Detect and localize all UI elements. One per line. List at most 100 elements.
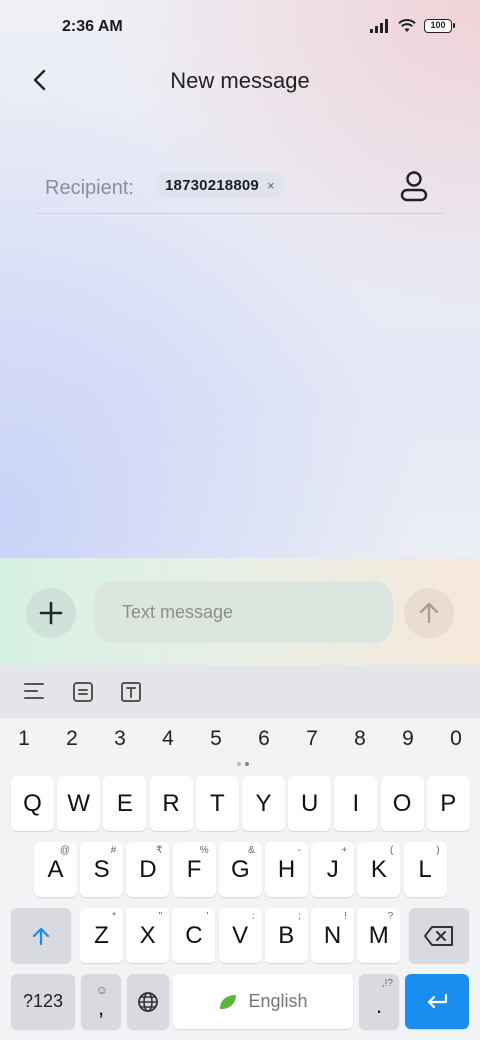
symbols-key[interactable]: ?123 xyxy=(11,974,75,1029)
key-secondary-label: - xyxy=(297,845,301,856)
key-secondary-label: & xyxy=(248,845,255,856)
key-secondary-label: ₹ xyxy=(156,845,163,856)
contacts-button[interactable] xyxy=(398,170,430,204)
number-key[interactable]: 8 xyxy=(345,727,375,751)
key-t[interactable]: T xyxy=(195,776,239,831)
wifi-icon xyxy=(398,19,416,32)
key-g[interactable]: G & xyxy=(218,842,262,897)
clipboard-tool[interactable] xyxy=(72,681,96,703)
signal-icon xyxy=(370,19,388,33)
status-time: 2:36 AM xyxy=(62,18,123,35)
key-secondary-label: # xyxy=(110,845,117,856)
message-input[interactable] xyxy=(94,581,393,643)
keyboard-toolbar xyxy=(0,665,480,718)
backspace-icon xyxy=(424,925,453,946)
contact-icon xyxy=(400,171,428,202)
key-secondary-label: % xyxy=(199,845,209,856)
key-p[interactable]: P xyxy=(426,776,470,831)
key-r[interactable]: R xyxy=(149,776,193,831)
key-label: W xyxy=(67,789,91,817)
key-secondary-label: ) xyxy=(436,845,440,856)
shift-key[interactable] xyxy=(11,908,71,963)
key-v[interactable]: V: xyxy=(218,908,262,963)
battery-indicator: 100 xyxy=(424,19,455,33)
key-label: D xyxy=(139,855,157,883)
key-a[interactable]: A @ xyxy=(34,842,77,897)
key-o[interactable]: O xyxy=(380,776,424,831)
enter-key[interactable] xyxy=(405,974,469,1029)
key-s[interactable]: S # xyxy=(80,842,124,897)
add-attachment-button[interactable] xyxy=(26,588,76,638)
language-key[interactable] xyxy=(127,974,169,1029)
number-key[interactable]: 5 xyxy=(201,727,231,751)
key-j[interactable]: J + xyxy=(311,842,355,897)
number-key[interactable]: 0 xyxy=(441,727,471,751)
key-c[interactable]: C ' xyxy=(172,908,216,963)
period-key[interactable]: ,!? . xyxy=(359,974,399,1029)
key-label: I xyxy=(352,789,360,817)
space-key[interactable]: English xyxy=(173,974,353,1029)
compose-bar xyxy=(0,558,480,665)
backspace-key[interactable] xyxy=(409,908,469,963)
key-q[interactable]: Q xyxy=(11,776,54,831)
key-label: S xyxy=(93,855,110,883)
key-z[interactable]: Z * xyxy=(80,908,123,963)
recipient-field[interactable]: Recipient: 18730218809 × xyxy=(36,162,444,214)
number-key[interactable]: 4 xyxy=(153,727,183,751)
number-key[interactable]: 7 xyxy=(297,727,327,751)
key-secondary-label: ; xyxy=(298,911,301,922)
period-sup: ,!? xyxy=(381,978,393,989)
key-l[interactable]: L) xyxy=(403,842,447,897)
key-secondary-label: " xyxy=(158,911,163,922)
period-label: . xyxy=(375,992,383,1018)
key-label: Z xyxy=(94,921,109,949)
send-arrow-icon xyxy=(419,602,439,624)
recipient-chip[interactable]: 18730218809 × xyxy=(155,172,285,198)
page-dots xyxy=(237,762,249,766)
page-dot xyxy=(237,762,241,766)
key-label: V xyxy=(232,921,249,949)
align-icon xyxy=(24,683,44,699)
key-w[interactable]: W xyxy=(57,776,101,831)
page-title: New message xyxy=(170,68,310,93)
space-label: English xyxy=(248,991,308,1011)
key-label: J xyxy=(326,855,339,883)
key-f[interactable]: F% xyxy=(172,842,216,897)
globe-icon xyxy=(138,991,158,1012)
number-key[interactable]: 3 xyxy=(105,727,135,751)
key-n[interactable]: N! xyxy=(311,908,354,963)
key-label: U xyxy=(301,789,319,817)
align-tool[interactable] xyxy=(23,681,47,703)
key-m[interactable]: M? xyxy=(357,908,401,963)
number-key[interactable]: 9 xyxy=(393,727,423,751)
key-k[interactable]: K( xyxy=(357,842,401,897)
key-i[interactable]: I xyxy=(334,776,378,831)
emoji-comma-key[interactable]: ☺ , xyxy=(81,974,121,1029)
remove-recipient-button[interactable]: × xyxy=(267,178,275,193)
key-secondary-label: ( xyxy=(390,845,394,856)
emoji-icon: ☺ xyxy=(95,983,108,997)
key-label: E xyxy=(116,789,133,817)
enter-icon xyxy=(427,993,448,1008)
number-key[interactable]: 2 xyxy=(57,727,87,751)
text-format-tool[interactable] xyxy=(120,681,144,703)
recipient-chip-number: 18730218809 xyxy=(165,176,259,194)
header: New message xyxy=(0,56,480,106)
key-h[interactable]: H- xyxy=(265,842,308,897)
key-u[interactable]: U xyxy=(288,776,332,831)
key-secondary-label: : xyxy=(251,911,255,922)
send-button[interactable] xyxy=(404,588,454,638)
key-x[interactable]: X " xyxy=(126,908,170,963)
key-label: G xyxy=(230,855,250,883)
messaging-screen: 2:36 AM 100 New message Recipient: 18730… xyxy=(0,0,480,665)
key-y[interactable]: Y xyxy=(242,776,285,831)
key-b[interactable]: B; xyxy=(264,908,308,963)
key-d[interactable]: D ₹ xyxy=(126,842,170,897)
number-key[interactable]: 1 xyxy=(9,727,39,751)
key-label: K xyxy=(370,855,387,883)
clipboard-icon xyxy=(73,682,93,702)
key-secondary-label: ? xyxy=(387,911,394,922)
number-key[interactable]: 6 xyxy=(249,727,279,751)
key-label: M xyxy=(368,921,389,949)
key-e[interactable]: E xyxy=(103,776,147,831)
